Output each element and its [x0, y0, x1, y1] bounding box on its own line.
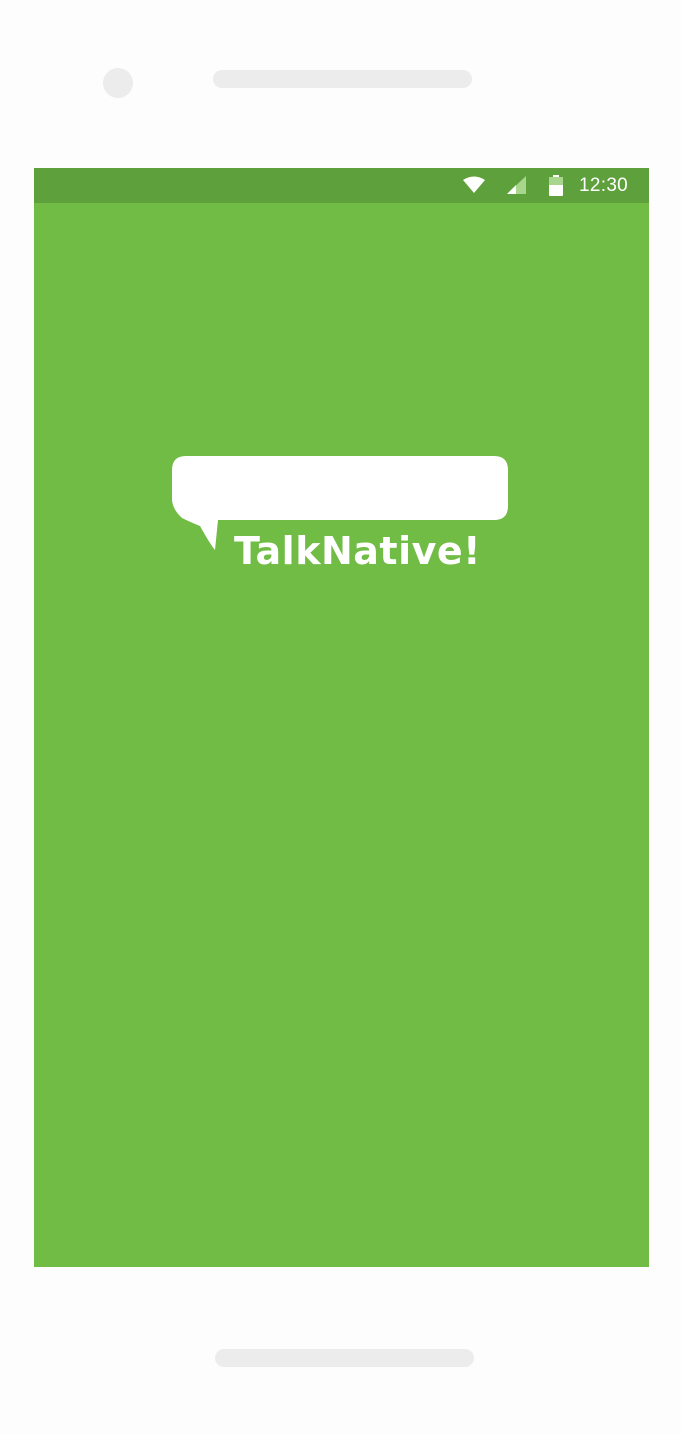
earpiece-speaker — [213, 70, 472, 88]
wifi-icon — [462, 175, 486, 200]
app-logo: TalkNative! — [170, 454, 515, 584]
battery-icon — [548, 175, 564, 202]
status-time: 12:30 — [579, 175, 629, 196]
front-camera — [103, 68, 133, 98]
splash-screen: 12:30 TalkNative! — [34, 168, 649, 1267]
phone-frame: 12:30 TalkNative! — [0, 0, 681, 1434]
cellular-signal-icon — [505, 175, 527, 200]
status-bar: 12:30 — [34, 168, 649, 203]
app-name: TalkNative! — [234, 529, 481, 573]
home-indicator — [215, 1349, 474, 1367]
